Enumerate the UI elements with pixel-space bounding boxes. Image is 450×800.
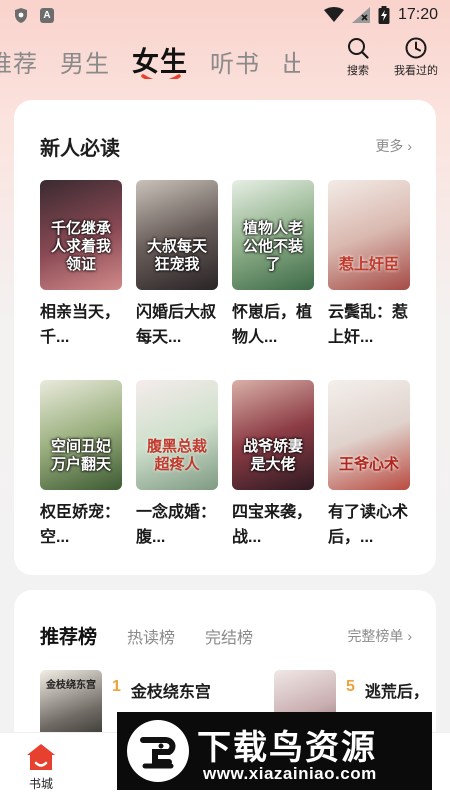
home-icon (27, 744, 55, 770)
book-card[interactable]: 战爷娇妻是大佬 四宝来袭，战... (232, 380, 314, 550)
cover-title-text: 千亿继承人求着我领证 (50, 220, 111, 273)
tab-finished-rank[interactable]: 完结榜 (205, 624, 253, 648)
tab-recommend-rank[interactable]: 推荐榜 (40, 622, 98, 649)
signal-x-icon (351, 7, 370, 23)
more-link[interactable]: 更多 › (375, 136, 412, 156)
book-title: 云鬓乱：惹上奸... (328, 304, 409, 346)
book-cover: 战爷娇妻是大佬 (232, 380, 314, 490)
section-title: 新人必读 (40, 138, 120, 160)
book-cover: 空间丑妃万户翻天 (40, 380, 122, 490)
cover-title-text: 金枝绕东宫 (46, 680, 96, 691)
watermark-url: www.xiazainiao.com (203, 764, 377, 783)
book-card[interactable]: 植物人老公他不装了 怀崽后，植物人... (232, 180, 314, 350)
book-cover: 惹上奸臣 (328, 180, 410, 290)
book-title: 怀崽后，植物人... (232, 304, 313, 346)
book-cover: 大叔每天狂宠我 (136, 180, 218, 290)
top-nav: 推荐 男生 女生 听书 出版 搜索 我看过的 (0, 36, 450, 86)
nav-bookstore-label: 书城 (28, 777, 53, 791)
cover-title-text: 战爷娇妻是大佬 (242, 438, 303, 473)
status-bar: A 17:20 (0, 0, 450, 32)
book-card[interactable]: 惹上奸臣 云鬓乱：惹上奸... (328, 180, 410, 350)
battery-charging-icon (378, 6, 390, 24)
book-title: 一念成婚：腹... (136, 504, 217, 546)
cover-title-text: 腹黑总裁超疼人 (146, 438, 207, 473)
tab-female[interactable]: 女生 (132, 40, 188, 79)
history-button[interactable]: 我看过的 (394, 36, 438, 78)
search-icon (348, 38, 369, 59)
tab-recommend[interactable]: 推荐 (0, 44, 38, 79)
book-card[interactable]: 大叔每天狂宠我 闪婚后大叔每天... (136, 180, 218, 350)
book-title: 闪婚后大叔每天... (136, 304, 217, 346)
tab-publish[interactable]: 出版 (282, 44, 300, 79)
full-ranking-link[interactable]: 完整榜单 › (347, 626, 412, 646)
nav-bookstore[interactable]: 书城 (26, 743, 56, 792)
book-card[interactable]: 千亿继承人求着我领证 相亲当天，千... (40, 180, 122, 350)
book-card[interactable]: 王爷心术 有了读心术后，... (328, 380, 410, 550)
cover-title-text: 惹上奸臣 (338, 256, 399, 273)
ranking-tabs: 推荐榜 热读榜 完结榜 (40, 622, 253, 649)
history-label: 我看过的 (394, 65, 438, 77)
cover-title-text: 空间丑妃万户翻天 (50, 438, 111, 473)
wifi-icon (323, 7, 344, 22)
book-card[interactable]: 腹黑总裁超疼人 一念成婚：腹... (136, 380, 218, 550)
watermark-brand: 下载鸟资源 (197, 729, 377, 767)
cover-title-text: 王爷心术 (338, 456, 399, 473)
book-grid: 千亿继承人求着我领证 相亲当天，千... 大叔每天狂宠我 闪婚后大叔每天... … (40, 180, 412, 550)
cover-title-text: 大叔每天狂宠我 (146, 238, 207, 273)
new-reader-section: 新人必读 更多 › 千亿继承人求着我领证 相亲当天，千... 大叔每天狂宠我 闪… (14, 100, 436, 575)
book-title: 四宝来袭，战... (232, 504, 313, 546)
book-title: 权臣娇宠：空... (40, 504, 121, 546)
app-notification-icon: A (40, 8, 54, 23)
shield-icon (15, 8, 27, 23)
category-tabs: 推荐 男生 女生 听书 出版 (0, 40, 300, 79)
active-tab-smile-indicator (141, 74, 181, 79)
search-label: 搜索 (347, 65, 369, 77)
watermark-banner: 下载鸟资源 www.xiazainiao.com (117, 712, 432, 790)
tab-female-label: 女生 (132, 47, 188, 77)
clock-icon (405, 37, 427, 59)
book-cover: 千亿继承人求着我领证 (40, 180, 122, 290)
status-time: 17:20 (397, 6, 438, 23)
book-title: 有了读心术后，... (328, 504, 409, 546)
tab-audiobook[interactable]: 听书 (210, 44, 260, 79)
tab-hot-rank[interactable]: 热读榜 (127, 624, 175, 648)
book-cover: 植物人老公他不装了 (232, 180, 314, 290)
cover-title-text: 植物人老公他不装了 (242, 220, 303, 273)
book-card[interactable]: 空间丑妃万户翻天 权臣娇宠：空... (40, 380, 122, 550)
book-cover: 王爷心术 (328, 380, 410, 490)
book-cover: 腹黑总裁超疼人 (136, 380, 218, 490)
tab-male[interactable]: 男生 (60, 44, 110, 79)
book-title: 相亲当天，千... (40, 304, 121, 346)
search-button[interactable]: 搜索 (346, 36, 370, 78)
bird-logo-icon (127, 720, 189, 782)
